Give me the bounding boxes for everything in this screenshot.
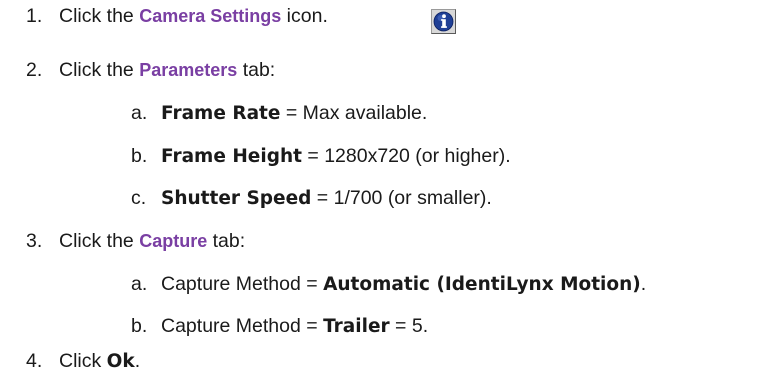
field-shutter-speed: Shutter Speed (161, 188, 312, 209)
step-number: 3. (26, 230, 43, 252)
step-text: Click the Parameters tab: (59, 58, 275, 82)
substep-text: Capture Method = Trailer = 5. (161, 314, 428, 339)
step-text: Click the Camera Settings icon. (59, 4, 328, 28)
substep-text-part: Capture Method = (161, 273, 324, 295)
step-text-part: tab: (207, 230, 246, 252)
button-label-ok: Ok (106, 351, 135, 372)
substep-text: Frame Height = 1280x720 (or higher). (161, 144, 511, 169)
field-frame-rate: Frame Rate (161, 103, 281, 124)
value-automatic-identilynx-motion: Automatic (IdentiLynx Motion) (323, 274, 641, 295)
step-number: 2. (26, 59, 43, 81)
ui-label-parameters: Parameters (139, 60, 238, 80)
substep-text: Frame Rate = Max available. (161, 101, 427, 126)
substep-text: Shutter Speed = 1/700 (or smaller). (161, 186, 492, 211)
step-text: Click the Capture tab: (59, 229, 245, 253)
substep-letter: a. (131, 102, 148, 124)
substep-text-part: . (640, 273, 647, 295)
step-text-part: Click the (59, 59, 140, 81)
substep-text-part: = 1280x720 (or higher). (301, 145, 511, 167)
field-frame-height: Frame Height (161, 146, 302, 167)
substep-text-part: Capture Method = (161, 315, 324, 337)
step-text-part: icon. (281, 5, 328, 27)
substep-letter: a. (131, 273, 148, 295)
value-trailer: Trailer (323, 316, 390, 337)
ui-label-capture: Capture (139, 231, 208, 251)
step-text: Click Ok. (59, 349, 140, 374)
substep-letter: b. (131, 315, 148, 337)
substep-letter: c. (131, 187, 147, 209)
step-text-part: . (134, 350, 141, 372)
step-text-part: Click the (59, 5, 140, 27)
ui-label-camera-settings: Camera Settings (139, 6, 282, 26)
step-number: 1. (26, 5, 43, 27)
step-text-part: tab: (237, 59, 276, 81)
substep-text-part: = 5. (389, 315, 429, 337)
step-text-part: Click (59, 350, 107, 372)
substep-text-part: = Max available. (280, 102, 428, 124)
substep-text: Capture Method = Automatic (IdentiLynx M… (161, 272, 646, 297)
info-icon (431, 9, 456, 34)
step-text-part: Click the (59, 230, 140, 252)
substep-letter: b. (131, 145, 148, 167)
step-number: 4. (26, 350, 43, 372)
substep-text-part: = 1/700 (or smaller). (311, 187, 492, 209)
